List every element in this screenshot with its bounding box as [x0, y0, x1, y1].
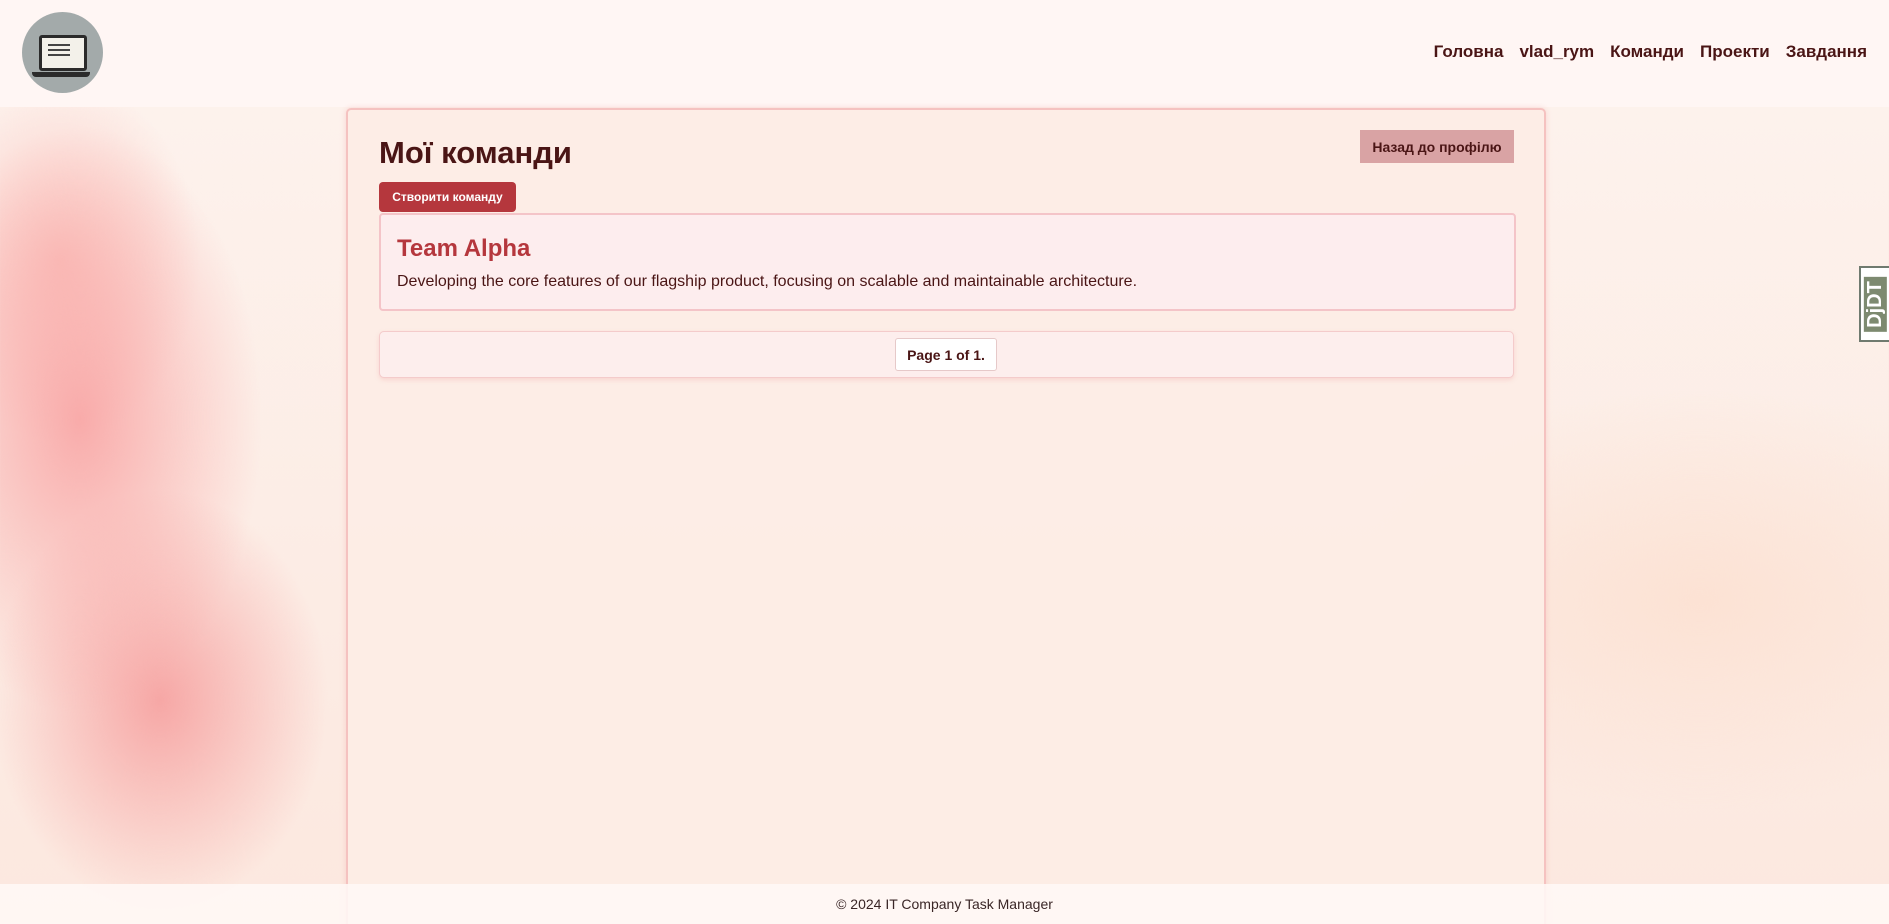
back-to-profile-button[interactable]: Назад до профілю — [1360, 130, 1514, 163]
teams-panel: Мої команди Назад до профілю Створити ко… — [346, 108, 1546, 924]
footer-text: © 2024 IT Company Task Manager — [836, 896, 1053, 912]
nav-item-profile[interactable]: vlad_rym — [1519, 42, 1594, 62]
debug-toolbar-handle[interactable]: DjDT — [1859, 266, 1889, 342]
nav-item-projects[interactable]: Проекти — [1700, 42, 1770, 62]
main-nav: Головна vlad_rym Команди Проекти Завданн… — [1434, 42, 1867, 62]
site-header: Головна vlad_rym Команди Проекти Завданн… — [0, 0, 1889, 107]
page-indicator: Page 1 of 1. — [895, 338, 997, 371]
page-title: Мої команди — [379, 135, 572, 170]
debug-toolbar-label: DjDT — [1863, 276, 1887, 332]
laptop-icon — [31, 34, 90, 77]
laptop-logo-icon[interactable] — [22, 12, 103, 93]
team-name[interactable]: Team Alpha — [397, 235, 530, 263]
pagination: Page 1 of 1. — [379, 331, 1514, 378]
nav-item-tasks[interactable]: Завдання — [1786, 42, 1867, 62]
team-card[interactable]: Team Alpha Developing the core features … — [379, 213, 1516, 311]
nav-item-teams[interactable]: Команди — [1610, 42, 1684, 62]
nav-item-home[interactable]: Головна — [1434, 42, 1504, 62]
create-team-button[interactable]: Створити команду — [379, 182, 516, 212]
site-footer: © 2024 IT Company Task Manager — [0, 884, 1889, 924]
team-description: Developing the core features of our flag… — [397, 273, 1138, 290]
